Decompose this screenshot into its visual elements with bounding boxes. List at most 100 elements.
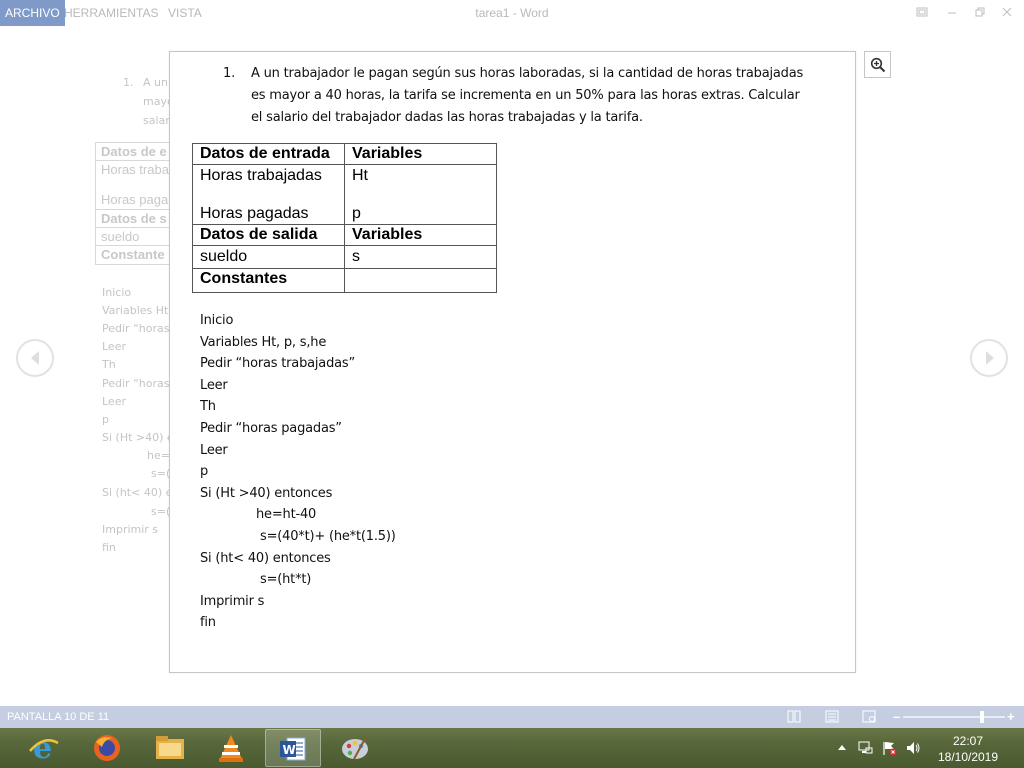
bg-algo-line: Leer — [102, 340, 126, 353]
firefox-icon — [94, 735, 120, 761]
previous-screen-button[interactable] — [16, 339, 54, 377]
algorithm-line: s=(ht*t) — [260, 572, 312, 588]
data-table: Datos de entrada Variables Horas trabaja… — [192, 143, 497, 293]
salary-label: sueldo — [192, 245, 345, 269]
algorithm-line: fin — [200, 615, 216, 631]
problem-text: A un trabajador le pagan según sus horas… — [251, 66, 804, 125]
hours-paid-variable: p — [352, 205, 361, 222]
menu-vista[interactable]: VISTA — [163, 0, 207, 26]
bg-algo-line: p — [102, 413, 109, 426]
zoom-plus-icon[interactable]: + — [1007, 706, 1015, 728]
constants-value — [344, 268, 497, 293]
minimize-icon[interactable] — [941, 3, 963, 23]
status-bar: PANTALLA 10 DE 11 – + — [0, 706, 1024, 728]
word-button[interactable]: W — [265, 729, 321, 767]
zoom-in-icon — [870, 57, 886, 73]
bg-algo-line: fin — [102, 541, 116, 554]
problem-statement: 1. A un trabajador le pagan según sus ho… — [223, 63, 813, 129]
zoom-slider-thumb[interactable] — [980, 711, 984, 723]
input-labels-cell: Horas trabajadas Horas pagadas — [192, 164, 345, 225]
bg-algo-line: Si (ht< 40) en — [102, 486, 180, 499]
web-layout-icon[interactable] — [862, 710, 876, 723]
clock-date: 18/10/2019 — [937, 750, 999, 764]
input-data-header: Datos de entrada — [192, 143, 345, 165]
word-icon: W — [280, 737, 306, 761]
table-row: Datos de entrada Variables — [192, 143, 497, 165]
problem-number: 1. — [223, 66, 236, 81]
algorithm-line: he=ht-40 — [256, 507, 317, 523]
print-layout-icon[interactable] — [825, 710, 839, 723]
algorithm-line: Leer — [200, 377, 228, 393]
variables-header: Variables — [344, 224, 497, 246]
table-row: Horas trabajadas Horas pagadas Ht p — [192, 164, 497, 225]
algorithm-line: Inicio — [200, 313, 234, 328]
internet-explorer-button[interactable]: e — [16, 729, 72, 767]
hours-worked-label: Horas trabajadas — [200, 167, 322, 184]
svg-text:e: e — [33, 733, 52, 763]
fullscreen-icon[interactable] — [911, 3, 933, 23]
bg-algo-line: Leer — [102, 395, 126, 408]
bg-problem-line: A un — [143, 76, 168, 89]
bg-algo-line: Th — [102, 358, 116, 371]
restore-icon[interactable] — [969, 3, 991, 23]
table-row: Constantes — [192, 268, 497, 293]
hours-worked-variable: Ht — [352, 167, 368, 184]
action-center-flag-icon[interactable] — [881, 740, 897, 756]
table-row: Datos de salida Variables — [192, 224, 497, 246]
file-explorer-button[interactable] — [142, 729, 198, 767]
hours-paid-label: Horas pagadas — [200, 205, 309, 222]
show-hidden-icons-icon[interactable] — [836, 740, 852, 756]
salary-variable: s — [344, 245, 497, 269]
internet-explorer-icon: e — [29, 733, 59, 763]
algorithm-line: Pedir “horas pagadas” — [200, 420, 342, 436]
bg-algo-line: Imprimir s — [102, 523, 159, 536]
bg-algo-line: he= — [147, 449, 170, 462]
screen-counter: PANTALLA 10 DE 11 — [7, 711, 110, 723]
chevron-left-icon — [31, 351, 39, 365]
output-data-header: Datos de salida — [192, 224, 345, 246]
algorithm-line: Variables Ht, p, s,he — [200, 334, 327, 350]
bg-table-row: sueldo — [96, 228, 174, 246]
bg-algo-line: Inicio — [102, 286, 132, 299]
zoom-in-button[interactable] — [864, 51, 891, 78]
volume-icon[interactable] — [905, 740, 921, 756]
algorithm-line: Pedir “horas trabajadas” — [200, 356, 355, 372]
read-mode-icon[interactable] — [787, 710, 801, 723]
input-variables-cell: Ht p — [344, 164, 497, 225]
algorithm-line: Th — [200, 399, 216, 415]
title-bar: ARCHIVO HERRAMIENTAS VISTA tarea1 - Word — [0, 0, 1024, 26]
algorithm-line: p — [200, 464, 209, 480]
svg-text:W: W — [283, 743, 296, 757]
zoom-slider[interactable] — [903, 716, 1005, 718]
document-page: 1. A un trabajador le pagan según sus ho… — [169, 51, 856, 673]
variables-header: Variables — [344, 143, 497, 165]
bg-table-row: Datos de s — [96, 210, 174, 228]
bg-algo-line: Variables Ht, — [102, 304, 172, 317]
menu-archivo[interactable]: ARCHIVO — [0, 0, 65, 26]
algorithm: Inicio Variables Ht, p, s,he Pedir “hora… — [200, 310, 396, 634]
firefox-button[interactable] — [80, 729, 136, 767]
vlc-button[interactable] — [204, 729, 260, 767]
algorithm-line: Leer — [200, 442, 228, 458]
bg-algo-line: Pedir “horas — [102, 322, 170, 335]
algorithm-line: Si (ht< 40) entonces — [200, 550, 331, 566]
bg-problem-number: 1. — [123, 76, 134, 89]
bg-problem-line: salar — [143, 114, 170, 127]
table-row: sueldo s — [192, 245, 497, 269]
clock-time: 22:07 — [952, 734, 984, 748]
bg-table-row: Datos de e — [96, 143, 174, 161]
zoom-out-icon[interactable]: – — [893, 706, 900, 728]
taskbar-clock[interactable]: 22:07 18/10/2019 — [928, 733, 1008, 765]
next-screen-button[interactable] — [970, 339, 1008, 377]
algorithm-line: s=(40*t)+ (he*t(1.5)) — [260, 528, 396, 544]
bg-table-row: Horas traba Horas paga — [96, 161, 174, 210]
bg-algo-line: Pedir “horas — [102, 377, 170, 390]
algorithm-line: Si (Ht >40) entonces — [200, 485, 333, 501]
close-icon[interactable] — [996, 3, 1018, 23]
taskbar: e W — [0, 728, 1024, 768]
algorithm-line: Imprimir s — [200, 593, 265, 609]
constants-header: Constantes — [192, 268, 345, 293]
paint-button[interactable] — [328, 729, 384, 767]
network-icon[interactable] — [857, 740, 873, 756]
menu-herramientas[interactable]: HERRAMIENTAS — [59, 0, 163, 26]
